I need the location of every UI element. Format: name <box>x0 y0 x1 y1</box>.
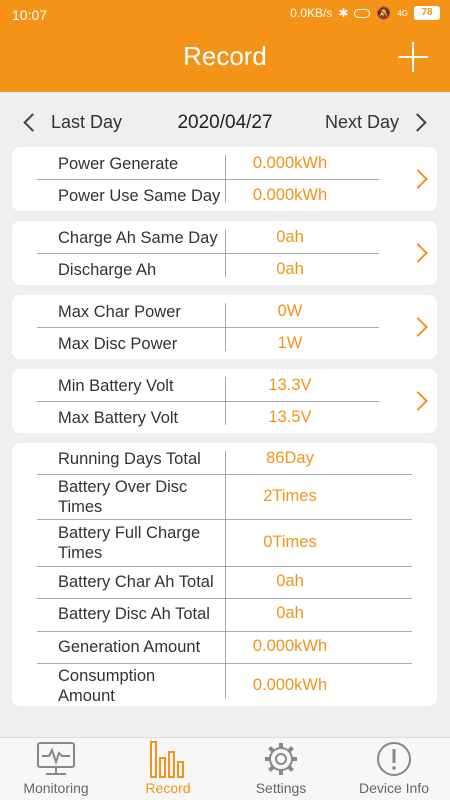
status-indicators: 0.0KB/s ✱ 🔕 4G 78 <box>290 6 440 20</box>
record-value: 0.000kWh <box>252 154 328 172</box>
record-value: 0ah <box>276 228 304 246</box>
total-value: 0Times <box>263 533 317 551</box>
record-label: Max Char Power <box>58 303 181 321</box>
tab-label: Device Info <box>358 780 430 796</box>
row-divider <box>37 474 412 475</box>
chevron-right-icon <box>408 243 428 263</box>
record-value: 0.000kWh <box>252 186 328 204</box>
record-label: Power Generate <box>58 155 179 173</box>
chevron-left-icon <box>23 113 42 132</box>
total-label: Consumption Amount <box>58 667 156 705</box>
record-label: Charge Ah Same Day <box>58 229 218 247</box>
info-icon <box>377 742 411 776</box>
total-label: Running Days Total <box>58 450 201 468</box>
tab-label: Settings <box>255 780 307 796</box>
row-divider <box>37 519 412 520</box>
row-divider <box>37 566 412 567</box>
row-divider <box>37 401 379 402</box>
monitor-icon <box>37 742 75 775</box>
tab-monitoring[interactable]: Monitoring <box>0 738 112 800</box>
record-label: Discharge Ah <box>58 261 157 279</box>
network-type: 4G <box>397 8 408 18</box>
network-speed: 0.0KB/s <box>290 6 333 20</box>
row-divider <box>37 253 379 254</box>
tab-device-info[interactable]: Device Info <box>338 738 450 800</box>
bar-chart-icon <box>150 741 184 778</box>
day-navigation: Last Day 2020/04/27 Next Day <box>0 108 450 140</box>
battery-volt-card[interactable]: Min Battery Volt 13.3V Max Battery Volt … <box>12 369 437 433</box>
page-title: Record <box>183 41 267 71</box>
mute-icon: 🔕 <box>376 6 392 20</box>
row-divider <box>37 327 379 328</box>
row-divider <box>37 663 412 664</box>
last-day-label: Last Day <box>51 112 123 132</box>
status-bar: 10:07 0.0KB/s ✱ 🔕 4G 78 <box>0 0 450 30</box>
total-label: Generation Amount <box>58 638 201 656</box>
next-day-button[interactable]: Next Day <box>325 112 428 133</box>
total-label: Battery Full Charge Times <box>58 524 201 562</box>
total-label: Battery Disc Ah Total <box>58 605 210 623</box>
record-value: 0ah <box>276 260 304 278</box>
chevron-right-icon <box>408 391 428 411</box>
tab-record[interactable]: Record <box>112 738 224 800</box>
record-label: Power Use Same Day <box>58 187 221 205</box>
tab-settings[interactable]: Settings <box>225 738 337 800</box>
chevron-right-icon <box>408 113 427 132</box>
total-value: 0.000kWh <box>252 637 328 655</box>
record-value: 13.3V <box>268 376 312 394</box>
gear-icon <box>265 743 297 775</box>
record-label: Max Battery Volt <box>58 409 179 427</box>
bottom-tab-bar: Monitoring Record Settings Device Info <box>0 737 450 800</box>
max-power-card[interactable]: Max Char Power 0W Max Disc Power 1W <box>12 295 437 359</box>
add-button[interactable] <box>398 42 428 72</box>
status-time: 10:07 <box>12 7 48 23</box>
record-value: 1W <box>277 334 303 352</box>
record-value: 13.5V <box>268 408 312 426</box>
chevron-right-icon <box>408 169 428 189</box>
record-label: Min Battery Volt <box>58 377 174 395</box>
chevron-right-icon <box>408 317 428 337</box>
total-value: 0ah <box>276 572 304 590</box>
battery-icon: 78 <box>414 6 440 20</box>
total-label: Battery Char Ah Total <box>58 573 214 591</box>
total-value: 0.000kWh <box>252 676 328 694</box>
total-value: 86Day <box>266 449 314 467</box>
record-label: Max Disc Power <box>58 335 178 353</box>
row-divider <box>37 598 412 599</box>
tab-label: Monitoring <box>23 780 89 796</box>
total-value: 2Times <box>263 487 317 505</box>
pill-icon <box>354 8 371 18</box>
totals-card: Running Days Total 86Day Battery Over Di… <box>12 443 437 706</box>
last-day-button[interactable]: Last Day <box>22 112 122 133</box>
charge-card[interactable]: Charge Ah Same Day 0ah Discharge Ah 0ah <box>12 221 437 285</box>
power-card[interactable]: Power Generate 0.000kWh Power Use Same D… <box>12 147 437 211</box>
row-divider <box>37 179 379 180</box>
tab-label: Record <box>145 780 191 796</box>
app-header: Record <box>0 30 450 92</box>
row-divider <box>37 631 412 632</box>
next-day-label: Next Day <box>324 112 399 132</box>
total-label: Battery Over Disc Times <box>58 478 188 516</box>
bluetooth-icon: ✱ <box>338 6 349 20</box>
record-value: 0W <box>277 302 303 320</box>
total-value: 0ah <box>276 604 304 622</box>
